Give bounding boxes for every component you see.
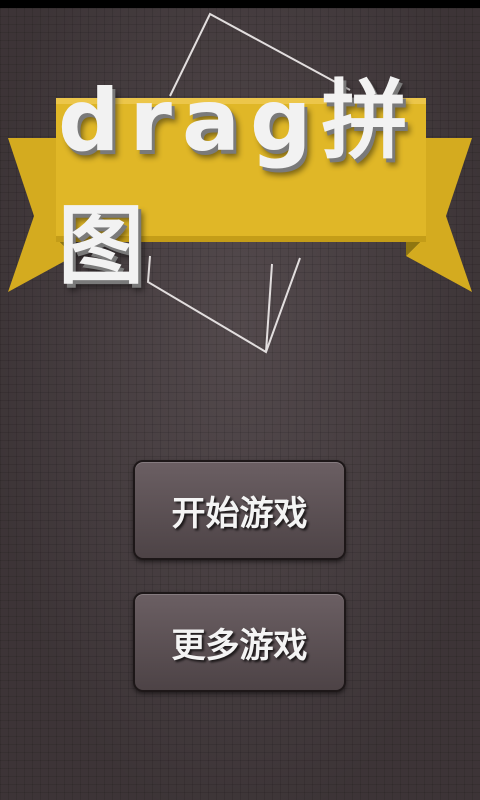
start-game-label: 开始游戏 (171, 493, 308, 534)
status-bar (0, 0, 480, 8)
game-title: drag拼图 (58, 71, 418, 296)
main-menu-screen: drag拼图 开始游戏 更多游戏 (0, 8, 480, 800)
more-games-button[interactable]: 更多游戏 (133, 592, 346, 692)
start-game-button[interactable]: 开始游戏 (133, 460, 346, 560)
more-games-label: 更多游戏 (171, 625, 308, 666)
